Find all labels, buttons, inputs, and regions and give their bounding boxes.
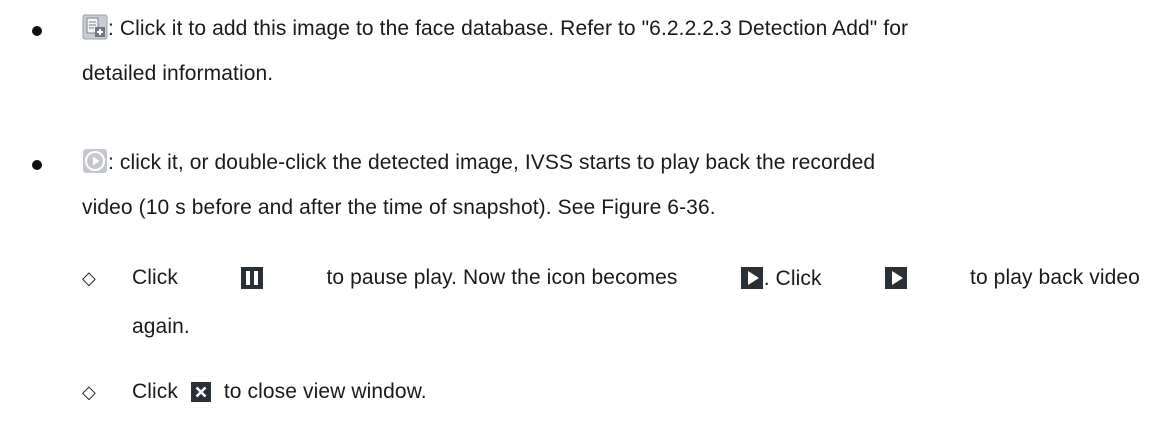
sub-item-line: Click to close view window. bbox=[132, 380, 427, 409]
play-icon bbox=[884, 266, 908, 296]
bullet-line: : click it, or double-click the detected… bbox=[82, 148, 1140, 180]
sub-item-marker: ◇ bbox=[82, 268, 96, 288]
bullet-text: : Click it to add this image to the face… bbox=[108, 17, 909, 40]
sub-item-line-continued: again. bbox=[132, 315, 190, 338]
bullet-line-continued: detailed information. bbox=[82, 62, 274, 85]
sub-text: to play back video bbox=[970, 266, 1140, 289]
sub-word: Click bbox=[132, 380, 178, 403]
bullet-dot bbox=[32, 26, 42, 36]
pause-icon bbox=[240, 266, 264, 296]
sub-text: . Click bbox=[763, 267, 822, 290]
bullet-line-continued: video (10 s before and after the time of… bbox=[82, 196, 716, 219]
close-icon bbox=[190, 381, 212, 409]
sub-icon-group: . Click bbox=[740, 266, 822, 296]
play-icon bbox=[740, 266, 764, 296]
sub-item-marker: ◇ bbox=[82, 382, 96, 402]
bullet-line-start: : Click it to add this image to the face… bbox=[82, 14, 908, 46]
bullet-dot bbox=[32, 160, 42, 170]
document-page: : Click it to add this image to the face… bbox=[0, 0, 1168, 423]
bullet-text: : click it, or double-click the detected… bbox=[108, 151, 876, 174]
bullet-line: : Click it to add this image to the face… bbox=[82, 14, 1140, 46]
add-to-database-icon bbox=[82, 14, 108, 46]
sub-word: Click bbox=[132, 266, 178, 289]
sub-text: to close view window. bbox=[223, 380, 427, 403]
sub-text: to pause play. Now the icon becomes bbox=[326, 266, 678, 289]
sub-item-line: Click to pause play. Now the icon become… bbox=[132, 266, 1140, 296]
playback-icon bbox=[82, 148, 108, 180]
